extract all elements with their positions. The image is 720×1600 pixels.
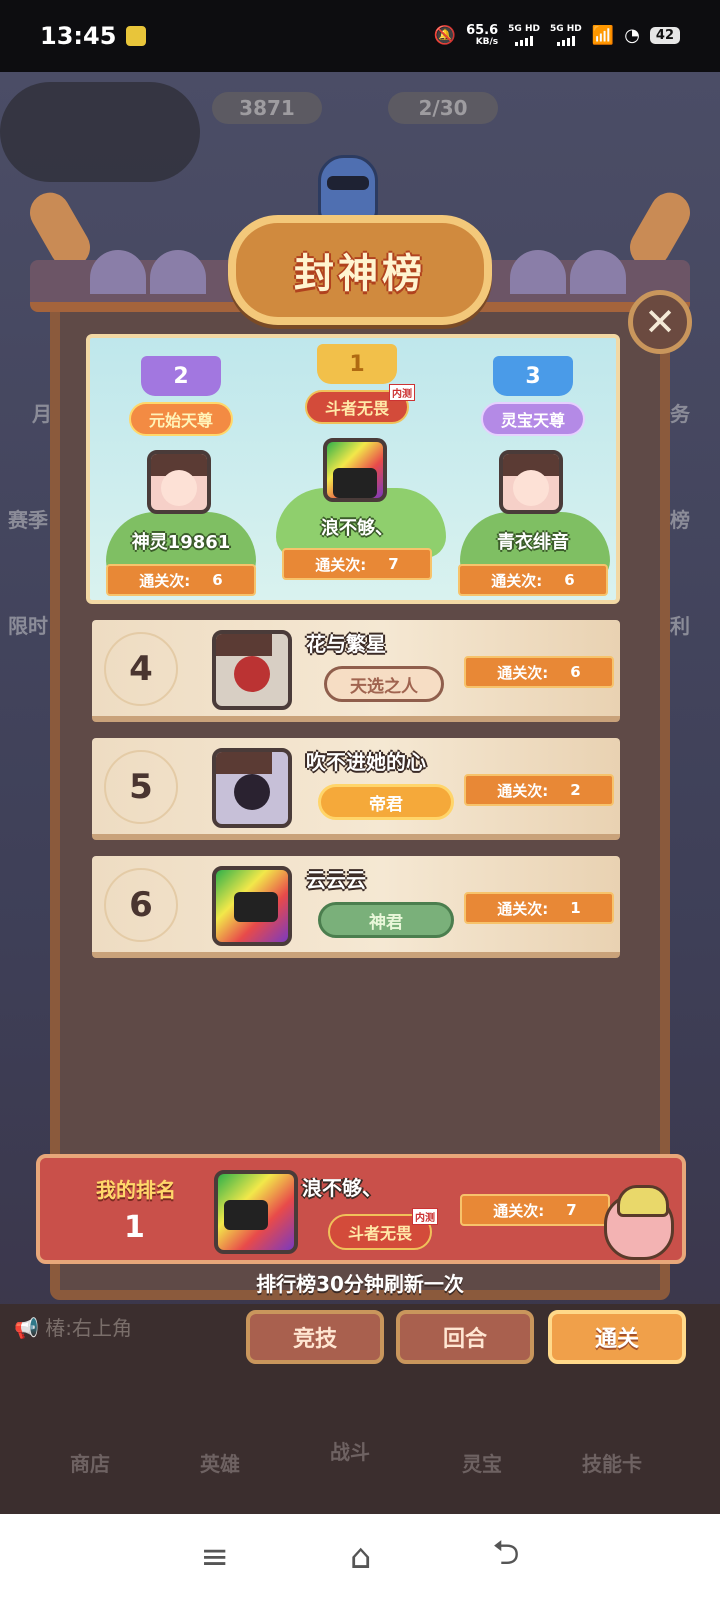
tab-clear[interactable]: 通关 <box>548 1310 686 1364</box>
crown-icon: 2 <box>141 356 221 396</box>
podium-rank-1[interactable]: 1 斗者无畏 内测 浪不够、 通关次: 7 <box>268 338 446 600</box>
clear-count-ribbon: 通关次: 7 <box>282 548 432 580</box>
crown-icon: 1 <box>317 344 397 384</box>
bg-notice: 📢 椿:右上角 <box>14 1316 133 1340</box>
wifi-icon: ◔ <box>624 25 640 47</box>
close-button[interactable]: ✕ <box>628 290 692 354</box>
cloud-decoration <box>0 82 200 182</box>
hotspot-icon: 📶 <box>591 25 615 47</box>
battery-indicator: 42 <box>649 27 680 45</box>
tab-arena[interactable]: 竞技 <box>246 1310 384 1364</box>
rank-title-badge: 元始天尊 <box>128 402 234 436</box>
bg-side-left-2: 限时 <box>8 614 48 638</box>
title-plaque: 封神榜 <box>228 215 492 325</box>
clear-count-ribbon: 通关次: 6 <box>106 564 256 596</box>
player-name: 神灵19861 <box>131 532 231 553</box>
rank-number: 4 <box>104 632 178 706</box>
player-avatar <box>147 450 211 514</box>
podium-top3: 2 元始天尊 神灵19861 通关次: 6 1 斗者无畏 内测 浪不够、 通关次… <box>86 334 620 604</box>
clear-count-ribbon: 通关次: 2 <box>464 774 614 806</box>
rank-title-badge: 天选之人 <box>324 666 444 702</box>
rank-row[interactable]: 5 吹不进她的心 帝君 通关次: 2 <box>92 738 620 840</box>
app-notification-icon <box>126 26 147 46</box>
clear-count-ribbon: 通关次: 1 <box>464 892 614 924</box>
rank-title-badge: 斗者无畏 内测 <box>304 384 416 424</box>
megaphone-icon: 📢 <box>14 1316 39 1340</box>
bg-tab-shop: 商店 <box>70 1452 110 1476</box>
page-title: 封神榜 <box>294 251 426 297</box>
bg-resource-gold: 3871 <box>212 92 322 124</box>
menu-icon[interactable]: ≡ <box>200 1537 229 1577</box>
sim2-signal-icon: 5G HD <box>550 25 582 47</box>
net-speed: 65.6 KB/s <box>466 23 499 48</box>
player-name: 吹不进她的心 <box>306 750 426 774</box>
refresh-note: 排行榜30分钟刷新一次 <box>256 1272 464 1296</box>
my-rank-number: 1 <box>124 1210 145 1245</box>
bg-side-left-1: 赛季 <box>8 508 48 532</box>
clear-count-ribbon: 通关次: 7 <box>460 1194 610 1226</box>
home-icon[interactable]: ⌂ <box>350 1537 372 1577</box>
system-nav-bar: ≡ ⌂ ⮌ <box>0 1514 720 1600</box>
podium-rank-2[interactable]: 2 元始天尊 神灵19861 通关次: 6 <box>92 338 270 600</box>
back-icon[interactable]: ⮌ <box>492 1529 519 1586</box>
player-name: 浪不够、 <box>302 1176 382 1200</box>
player-name: 云云云 <box>306 868 366 892</box>
rank-row[interactable]: 6 云云云 神君 通关次: 1 <box>92 856 620 958</box>
pig-mascot-icon <box>604 1185 674 1260</box>
bg-tab-battle: 战斗 <box>330 1440 370 1464</box>
podium-rank-3[interactable]: 3 灵宝天尊 青衣绯音 通关次: 6 <box>444 338 616 600</box>
player-avatar <box>212 866 292 946</box>
bg-tab-treasure: 灵宝 <box>462 1452 502 1476</box>
mute-icon: 🔕 <box>433 25 457 47</box>
my-rank-label: 我的排名 <box>96 1178 176 1202</box>
player-avatar <box>212 630 292 710</box>
clear-count-ribbon: 通关次: 6 <box>458 564 608 596</box>
beta-tag: 内测 <box>389 384 416 401</box>
rank-number: 6 <box>104 868 178 942</box>
crown-icon: 3 <box>493 356 573 396</box>
player-avatar <box>499 450 563 514</box>
my-rank-banner: 我的排名 1 浪不够、 斗者无畏 内测 通关次: 7 <box>36 1154 686 1264</box>
player-avatar <box>212 748 292 828</box>
close-x-icon: ✕ <box>644 300 676 344</box>
sim1-signal-icon: 5G HD <box>508 25 540 47</box>
bg-tab-hero: 英雄 <box>200 1452 240 1476</box>
rank-title-badge: 斗者无畏 内测 <box>328 1208 439 1250</box>
rank-title-badge: 帝君 <box>318 784 454 820</box>
player-name: 浪不够、 <box>321 518 393 539</box>
status-bar: 13:45 🔕 65.6 KB/s 5G HD 5G HD 📶 ◔ 42 <box>0 0 720 72</box>
clear-count-ribbon: 通关次: 6 <box>464 656 614 688</box>
bg-side-left-0: 月 <box>32 402 52 426</box>
tab-turn[interactable]: 回合 <box>396 1310 534 1364</box>
status-time: 13:45 <box>40 22 117 50</box>
bg-tab-skill-card: 技能卡 <box>582 1452 642 1476</box>
rank-number: 5 <box>104 750 178 824</box>
player-name: 青衣绯音 <box>497 532 569 553</box>
status-indicators: 🔕 65.6 KB/s 5G HD 5G HD 📶 ◔ 42 <box>434 24 680 47</box>
player-avatar <box>214 1170 298 1254</box>
rank-title-badge: 神君 <box>318 902 454 938</box>
rank-row[interactable]: 4 花与繁星 天选之人 通关次: 6 <box>92 620 620 722</box>
rank-title-badge: 灵宝天尊 <box>480 402 586 436</box>
player-name: 花与繁星 <box>306 632 386 656</box>
bg-resource-stamina: 2/30 <box>388 92 498 124</box>
beta-tag: 内测 <box>412 1208 439 1225</box>
player-avatar <box>323 438 387 502</box>
